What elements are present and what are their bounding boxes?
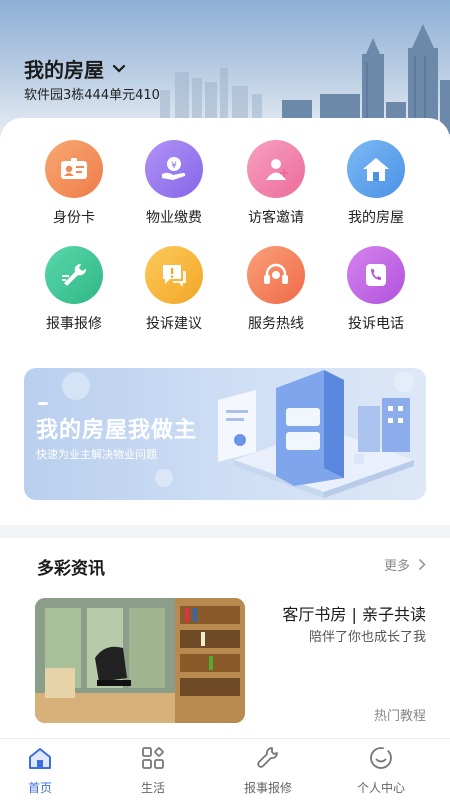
grid-label: 报事报修 bbox=[46, 316, 102, 332]
banner-subtitle: 快速为业主解决物业问题 bbox=[36, 448, 157, 461]
tab-life[interactable]: 生活 bbox=[103, 745, 203, 796]
grid-icon bbox=[142, 747, 164, 769]
article-title[interactable]: 客厅书房 | 亲子共读 bbox=[282, 601, 426, 625]
grid-item-feedback[interactable]: 投诉建议 bbox=[124, 246, 224, 333]
grid-item-hotline[interactable]: 服务热线 bbox=[226, 246, 326, 333]
more-link[interactable]: 更多 bbox=[384, 555, 426, 574]
grid-label: 投诉电话 bbox=[348, 316, 404, 332]
more-label: 更多 bbox=[383, 559, 410, 574]
reading-room-photo bbox=[35, 598, 245, 723]
wrench-icon bbox=[257, 747, 278, 768]
id-card-icon bbox=[61, 158, 87, 179]
svg-text:¥: ¥ bbox=[171, 161, 177, 171]
grid-label: 我的房屋 bbox=[348, 210, 404, 226]
tab-home[interactable]: 首页 bbox=[0, 745, 90, 796]
chevron-right-icon bbox=[418, 558, 426, 571]
grid-item-my-house[interactable]: 我的房屋 bbox=[326, 140, 426, 227]
house-title: 我的房屋 bbox=[24, 58, 104, 82]
tab-profile[interactable]: 个人中心 bbox=[331, 745, 431, 796]
chevron-down-icon bbox=[112, 64, 126, 73]
news-section: 多彩资讯 更多 客厅书房 | 亲子共读 陪伴了你也成长了我 热门教程 bbox=[0, 538, 450, 738]
visitor-icon bbox=[266, 159, 288, 180]
tab-label: 报事报修 bbox=[243, 781, 292, 795]
grid-label: 投诉建议 bbox=[146, 316, 202, 332]
grid-label: 身份卡 bbox=[53, 210, 95, 226]
phone-icon bbox=[366, 264, 386, 286]
feedback-icon bbox=[163, 265, 186, 287]
main-card: 身份卡 ¥ 物业缴费 访客邀请 我的房屋 报事报修 投诉建议 服务热线 投诉电话… bbox=[0, 118, 450, 525]
grid-item-payment[interactable]: ¥ 物业缴费 bbox=[124, 140, 224, 227]
section-title: 多彩资讯 bbox=[37, 559, 105, 579]
article-thumbnail[interactable] bbox=[35, 598, 245, 723]
tab-repair[interactable]: 报事报修 bbox=[218, 745, 318, 796]
grid-item-repair[interactable]: 报事报修 bbox=[24, 246, 124, 333]
profile-icon bbox=[370, 746, 392, 769]
house-address: 软件园3栋444单元410 bbox=[24, 88, 160, 103]
grid-item-id-card[interactable]: 身份卡 bbox=[24, 140, 124, 227]
grid-item-complaint-phone[interactable]: 投诉电话 bbox=[326, 246, 426, 333]
article-tag: 热门教程 bbox=[373, 709, 426, 724]
house-selector[interactable]: 我的房屋 bbox=[24, 54, 126, 83]
tab-label: 首页 bbox=[27, 781, 52, 795]
wrench-icon bbox=[62, 263, 87, 286]
headset-icon bbox=[264, 263, 288, 284]
tab-label: 个人中心 bbox=[356, 781, 405, 795]
tab-label: 生活 bbox=[140, 781, 165, 795]
banner-dash bbox=[38, 402, 48, 405]
home-icon bbox=[29, 748, 51, 769]
payment-icon: ¥ bbox=[162, 157, 186, 180]
grid-label: 服务热线 bbox=[248, 316, 304, 332]
bottom-tab-bar: 首页 生活 报事报修 个人中心 bbox=[0, 738, 450, 800]
article-subtitle: 陪伴了你也成长了我 bbox=[308, 630, 426, 645]
grid-label: 物业缴费 bbox=[146, 210, 202, 226]
banner-title: 我的房屋我做主 bbox=[36, 418, 198, 443]
grid-item-visitor[interactable]: 访客邀请 bbox=[226, 140, 326, 227]
house-icon bbox=[363, 158, 389, 181]
promo-banner[interactable]: 我的房屋我做主 快速为业主解决物业问题 bbox=[24, 368, 426, 500]
grid-label: 访客邀请 bbox=[248, 210, 304, 226]
